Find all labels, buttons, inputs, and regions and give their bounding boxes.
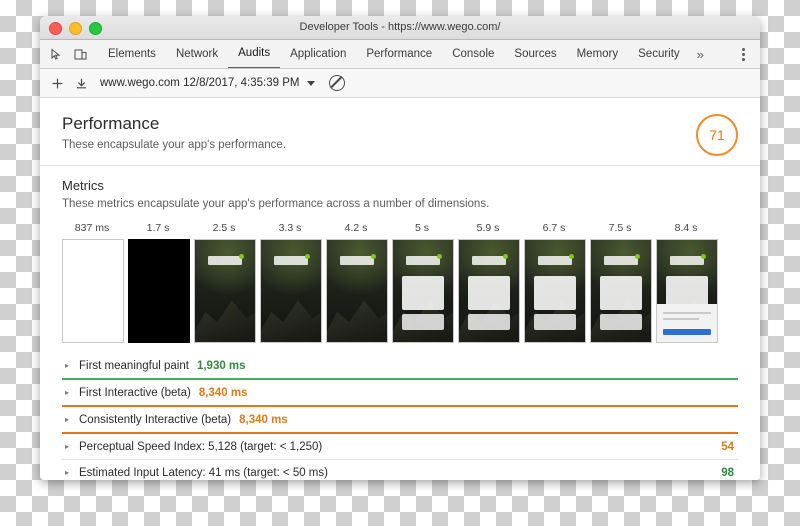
frame-timestamp: 2.5 s bbox=[212, 222, 236, 234]
tab-network[interactable]: Network bbox=[166, 41, 228, 68]
metric-row-first-meaningful-paint[interactable]: ▸ First meaningful paint 1,930 ms bbox=[62, 353, 738, 380]
page-title: Performance bbox=[62, 114, 160, 133]
frame-timestamp: 3.3 s bbox=[278, 222, 302, 234]
traffic-lights bbox=[49, 22, 102, 35]
metric-name: First meaningful paint bbox=[79, 359, 189, 372]
frame-timestamp: 1.7 s bbox=[146, 222, 170, 234]
chevron-right-icon[interactable]: ▸ bbox=[62, 442, 79, 451]
metric-name: Consistently Interactive (beta) bbox=[79, 413, 232, 426]
frame-thumbnail bbox=[524, 239, 586, 343]
close-button[interactable] bbox=[49, 22, 62, 35]
metric-value: 8,340 ms bbox=[198, 386, 248, 399]
filmstrip-frame: 6.7 s bbox=[524, 222, 586, 343]
device-toolbar-icon[interactable] bbox=[68, 43, 92, 65]
metrics-section: Metrics These metrics encapsulate your a… bbox=[40, 166, 760, 480]
frame-timestamp: 5 s bbox=[414, 222, 429, 234]
chevron-right-icon[interactable]: ▸ bbox=[62, 415, 79, 424]
tab-security[interactable]: Security bbox=[628, 41, 690, 68]
metric-name: Estimated Input Latency: 41 ms (target: … bbox=[79, 466, 328, 479]
filmstrip-frame: 5.9 s bbox=[458, 222, 520, 343]
metric-value: 1,930 ms bbox=[196, 359, 246, 372]
devtools-toolbar: Elements Network Audits Application Perf… bbox=[40, 40, 760, 69]
frame-timestamp: 7.5 s bbox=[608, 222, 632, 234]
performance-header: Performance These encapsulate your app's… bbox=[40, 98, 760, 166]
filmstrip-frame: 5 s bbox=[392, 222, 454, 343]
frame-thumbnail bbox=[260, 239, 322, 343]
metric-value: 8,340 ms bbox=[239, 413, 288, 426]
toolbar-right bbox=[734, 44, 756, 64]
kebab-menu-icon[interactable] bbox=[734, 44, 752, 64]
filmstrip-frame: 2.5 s bbox=[194, 222, 256, 343]
frame-thumbnail bbox=[590, 239, 652, 343]
chevron-down-icon[interactable] bbox=[307, 80, 316, 86]
frame-timestamp: 4.2 s bbox=[344, 222, 368, 234]
chevron-right-icon[interactable]: ▸ bbox=[62, 361, 79, 370]
frame-thumbnail bbox=[194, 239, 256, 343]
metric-name: Perceptual Speed Index: 5,128 (target: <… bbox=[79, 440, 323, 453]
tab-overflow-button[interactable]: » bbox=[690, 41, 711, 68]
metrics-title: Metrics bbox=[62, 178, 104, 193]
filmstrip-frame: 7.5 s bbox=[590, 222, 652, 343]
chevron-right-icon[interactable]: ▸ bbox=[62, 468, 79, 477]
frame-thumbnail bbox=[392, 239, 454, 343]
audits-action-bar: www.wego.com 12/8/2017, 4:35:39 PM bbox=[40, 69, 760, 98]
metric-rows: ▸ First meaningful paint 1,930 ms ▸ Firs… bbox=[62, 353, 738, 480]
filmstrip: 837 ms 1.7 s 2.5 s 3.3 s 4.2 s 5 s 5.9 s… bbox=[62, 218, 738, 353]
frame-timestamp: 5.9 s bbox=[476, 222, 500, 234]
metric-row-first-interactive[interactable]: ▸ First Interactive (beta) 8,340 ms bbox=[62, 380, 738, 407]
performance-score-badge: 71 bbox=[696, 114, 738, 156]
filmstrip-frame: 3.3 s bbox=[260, 222, 322, 343]
frame-thumbnail bbox=[656, 239, 718, 343]
metric-score: 98 bbox=[721, 466, 734, 479]
zoom-button[interactable] bbox=[89, 22, 102, 35]
filmstrip-frame: 1.7 s bbox=[128, 222, 190, 343]
metric-name: First Interactive (beta) bbox=[79, 386, 191, 399]
no-entry-icon[interactable] bbox=[329, 75, 346, 91]
tab-elements[interactable]: Elements bbox=[98, 41, 166, 68]
filmstrip-frame: 837 ms bbox=[62, 222, 124, 343]
frame-timestamp: 8.4 s bbox=[674, 222, 698, 234]
window-title: Developer Tools - https://www.wego.com/ bbox=[299, 21, 501, 33]
audit-report: Performance These encapsulate your app's… bbox=[40, 98, 760, 480]
page-subtitle: These encapsulate your app's performance… bbox=[62, 139, 287, 151]
devtools-tabs: Elements Network Audits Application Perf… bbox=[98, 40, 734, 68]
add-audit-button[interactable] bbox=[46, 72, 68, 94]
metric-row-estimated-input-latency[interactable]: ▸ Estimated Input Latency: 41 ms (target… bbox=[62, 460, 738, 480]
tab-performance[interactable]: Performance bbox=[356, 41, 442, 68]
metric-score: 54 bbox=[721, 440, 734, 453]
tab-memory[interactable]: Memory bbox=[567, 41, 629, 68]
tab-sources[interactable]: Sources bbox=[504, 41, 566, 68]
download-icon[interactable] bbox=[70, 72, 92, 94]
frame-timestamp: 6.7 s bbox=[542, 222, 566, 234]
chevron-right-icon[interactable]: ▸ bbox=[62, 388, 79, 397]
frame-thumbnail bbox=[326, 239, 388, 343]
frame-thumbnail bbox=[128, 239, 190, 343]
metric-row-consistently-interactive[interactable]: ▸ Consistently Interactive (beta) 8,340 … bbox=[62, 407, 738, 434]
tab-application[interactable]: Application bbox=[280, 41, 356, 68]
devtools-window: Developer Tools - https://www.wego.com/ … bbox=[40, 16, 760, 480]
filmstrip-frame: 4.2 s bbox=[326, 222, 388, 343]
metric-row-perceptual-speed-index[interactable]: ▸ Perceptual Speed Index: 5,128 (target:… bbox=[62, 434, 738, 460]
frame-thumbnail bbox=[458, 239, 520, 343]
tab-console[interactable]: Console bbox=[442, 41, 504, 68]
audit-run-selector[interactable]: www.wego.com 12/8/2017, 4:35:39 PM bbox=[100, 77, 299, 89]
window-titlebar: Developer Tools - https://www.wego.com/ bbox=[40, 16, 760, 40]
filmstrip-frame: 8.4 s bbox=[656, 222, 718, 343]
metrics-subtitle: These metrics encapsulate your app's per… bbox=[62, 198, 490, 210]
tab-audits[interactable]: Audits bbox=[228, 40, 281, 68]
frame-timestamp: 837 ms bbox=[74, 222, 110, 234]
inspect-icon[interactable] bbox=[44, 43, 68, 65]
minimize-button[interactable] bbox=[69, 22, 82, 35]
frame-thumbnail bbox=[62, 239, 124, 343]
